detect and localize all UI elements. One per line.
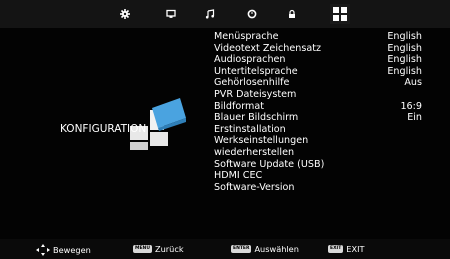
menu-item[interactable]: HDMI CEC	[212, 170, 442, 182]
menu-item[interactable]: Menüsprache English	[212, 31, 442, 43]
menu-item[interactable]: Software Update (USB)	[212, 159, 442, 171]
menu-item[interactable]: Erstinstallation	[212, 124, 442, 136]
menu-item-label: Bildformat	[214, 100, 265, 112]
exit-hint-label: EXIT	[346, 244, 365, 254]
select-hint-label: Auswählen	[254, 244, 299, 254]
music-note-icon[interactable]	[200, 4, 220, 24]
exit-hint[interactable]: EXIT EXIT	[328, 244, 365, 254]
menu-item-label: Blauer Bildschirm	[214, 112, 299, 124]
menu-item-label: Gehörlosenhilfe	[214, 77, 290, 89]
menu-item-label: Software-Version	[214, 181, 295, 193]
menu-item-label: HDMI CEC	[214, 170, 263, 182]
menu-item-value: English	[387, 65, 422, 77]
menu-item-label: Erstinstallation	[214, 123, 286, 135]
menu-item-label: Audiosprachen	[214, 54, 286, 66]
lock-icon[interactable]	[282, 4, 302, 24]
move-hint: Bewegen	[36, 244, 91, 256]
enter-key-icon: ENTER	[231, 245, 252, 253]
menu-item-label: wiederherstellen	[214, 146, 295, 158]
menu-item-value: English	[387, 31, 422, 42]
menu-item-value: English	[387, 42, 422, 54]
menu-key-icon: MENU	[133, 245, 152, 253]
menu-item-label: PVR Dateisystem	[214, 88, 297, 100]
settings-grid-icon[interactable]	[330, 4, 350, 24]
menu-item[interactable]: Bildformat 16:9	[212, 101, 442, 113]
menu-item-label: Menüsprache	[214, 31, 279, 42]
menu-item-value: Ein	[407, 112, 422, 124]
menu-item[interactable]: Videotext Zeichensatz English	[212, 43, 442, 55]
menu-item[interactable]: Audiosprachen English	[212, 54, 442, 66]
exit-key-icon: EXIT	[328, 245, 344, 253]
section-title: KONFIGURATION	[60, 123, 147, 135]
picture-gear-icon[interactable]	[115, 4, 135, 24]
menu-item[interactable]: PVR Dateisystem	[212, 89, 442, 101]
bottom-hint-bar: Bewegen MENU Zurück ENTER Auswählen EXIT…	[0, 239, 450, 259]
menu-item-label: Untertitelsprache	[214, 65, 298, 77]
menu-item[interactable]: Werkseinstellungen	[212, 135, 442, 147]
move-hint-label: Bewegen	[53, 245, 91, 255]
menu-item-value: Aus	[404, 77, 422, 89]
menu-item-label: Werkseinstellungen	[214, 135, 309, 147]
menu-item[interactable]: wiederherstellen	[212, 147, 442, 159]
back-hint[interactable]: MENU Zurück	[133, 244, 184, 254]
menu-item-value: English	[387, 54, 422, 66]
back-hint-label: Zurück	[154, 244, 184, 254]
select-hint[interactable]: ENTER Auswählen	[231, 244, 299, 254]
top-tab-bar	[0, 0, 450, 28]
menu-item-label: Videotext Zeichensatz	[214, 42, 322, 54]
settings-menu: Menüsprache English Videotext Zeichensatz E…	[212, 31, 442, 193]
dpad-arrows-icon	[36, 244, 50, 256]
menu-item-label: Software Update (USB)	[214, 158, 325, 170]
menu-item[interactable]: Blauer Bildschirm Ein	[212, 112, 442, 124]
menu-item[interactable]: Gehörlosenhilfe Aus	[212, 77, 442, 89]
menu-item-value: 16:9	[400, 100, 422, 112]
monitor-icon[interactable]	[161, 4, 181, 24]
menu-item[interactable]: Software-Version	[212, 182, 442, 194]
menu-item[interactable]: Untertitelsprache English	[212, 66, 442, 78]
clock-icon[interactable]	[242, 4, 262, 24]
